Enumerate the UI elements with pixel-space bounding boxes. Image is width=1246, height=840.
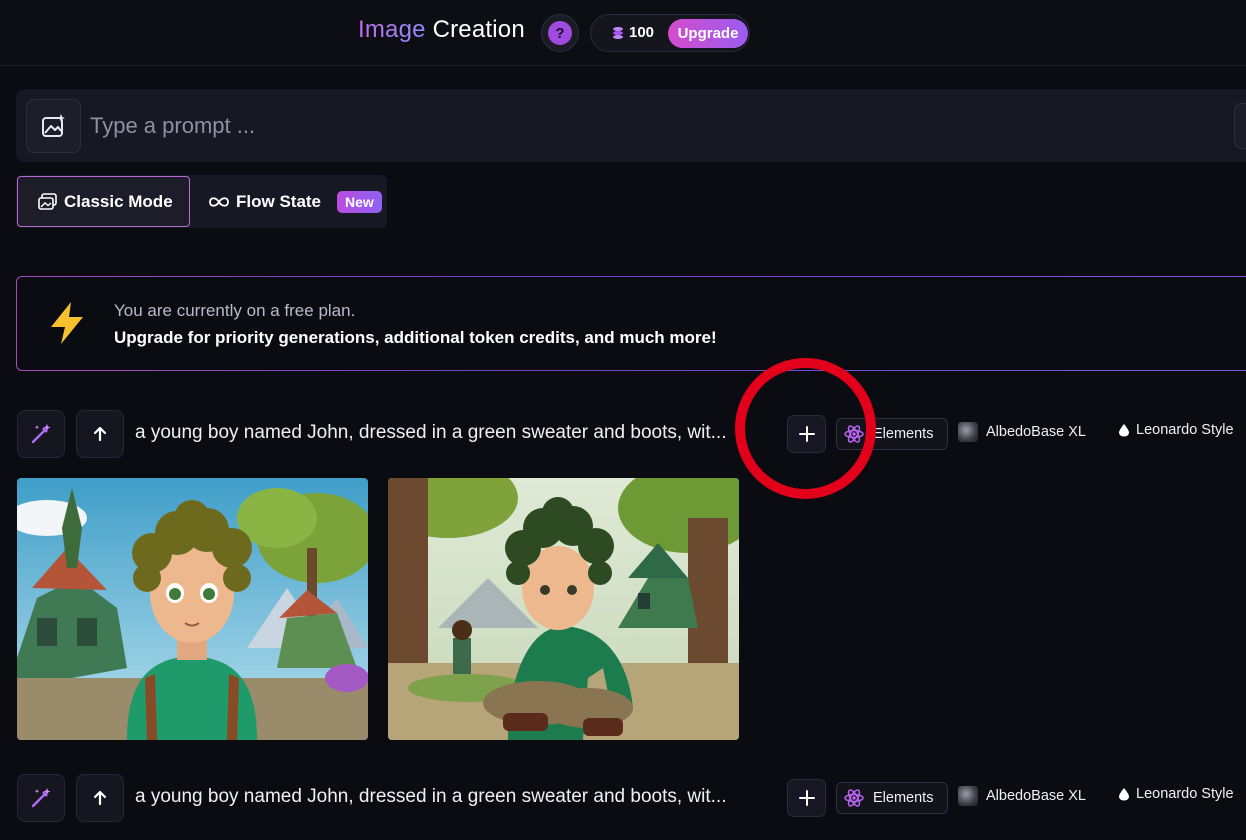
page-title: Image Creation: [358, 16, 525, 43]
arrow-up-icon: [93, 426, 107, 442]
question-icon: ?: [548, 21, 572, 45]
atom-icon: [844, 425, 864, 443]
style-tag[interactable]: Leonardo Style: [1118, 422, 1234, 438]
lightning-icon: [51, 302, 83, 344]
drop-icon: [1119, 788, 1129, 801]
plus-icon: [798, 426, 815, 442]
magic-wand-icon: [31, 424, 51, 444]
help-button[interactable]: ?: [541, 14, 579, 52]
prompt-side-button[interactable]: [1234, 103, 1246, 149]
generation-prompt-text: a young boy named John, dressed in a gre…: [135, 422, 727, 443]
prompt-input[interactable]: [90, 107, 1170, 145]
model-thumbnail: [958, 422, 978, 442]
images-icon: [38, 192, 57, 210]
reuse-prompt-button[interactable]: [76, 774, 124, 822]
image-sparkle-icon: [41, 114, 65, 137]
infinity-icon: [209, 196, 229, 207]
add-button[interactable]: [787, 779, 826, 817]
prompt-bar: [16, 89, 1246, 162]
style-tag[interactable]: Leonardo Style: [1118, 786, 1234, 802]
generated-image[interactable]: [388, 478, 739, 740]
upgrade-button[interactable]: Upgrade: [668, 19, 748, 48]
banner-cta-text: Upgrade for priority generations, additi…: [114, 328, 717, 347]
flow-state-tab[interactable]: Flow State New: [208, 176, 382, 227]
free-plan-banner[interactable]: You are currently on a free plan. Upgrad…: [16, 276, 1246, 371]
atom-icon: [844, 789, 864, 807]
token-count: 100: [629, 24, 655, 41]
magic-wand-icon: [31, 788, 51, 808]
model-tag[interactable]: AlbedoBase XL: [958, 422, 1086, 442]
classic-mode-tab[interactable]: Classic Mode: [17, 176, 190, 227]
mode-toggle: Classic Mode Flow State New: [16, 175, 387, 228]
generation-prompt-text: a young boy named John, dressed in a gre…: [135, 786, 727, 807]
model-tag[interactable]: AlbedoBase XL: [958, 786, 1086, 806]
token-balance: 100 Upgrade: [590, 14, 750, 52]
remix-button[interactable]: [17, 774, 65, 822]
model-thumbnail: [958, 786, 978, 806]
elements-tag[interactable]: Elements: [836, 418, 948, 450]
generated-image[interactable]: [17, 478, 368, 740]
plus-icon: [798, 790, 815, 806]
new-badge: New: [337, 190, 382, 213]
remix-button[interactable]: [17, 410, 65, 458]
token-coins-icon: [613, 27, 623, 39]
generation-header: a young boy named John, dressed in a gre…: [16, 774, 1246, 822]
add-button[interactable]: [787, 415, 826, 453]
top-bar: Image Creation ? 100 Upgrade: [0, 0, 1246, 66]
drop-icon: [1119, 424, 1129, 437]
elements-tag[interactable]: Elements: [836, 782, 948, 814]
banner-text: You are currently on a free plan.: [114, 301, 356, 320]
image-prompt-button[interactable]: [26, 99, 81, 153]
generation-header: a young boy named John, dressed in a gre…: [16, 410, 1246, 458]
reuse-prompt-button[interactable]: [76, 410, 124, 458]
arrow-up-icon: [93, 790, 107, 806]
